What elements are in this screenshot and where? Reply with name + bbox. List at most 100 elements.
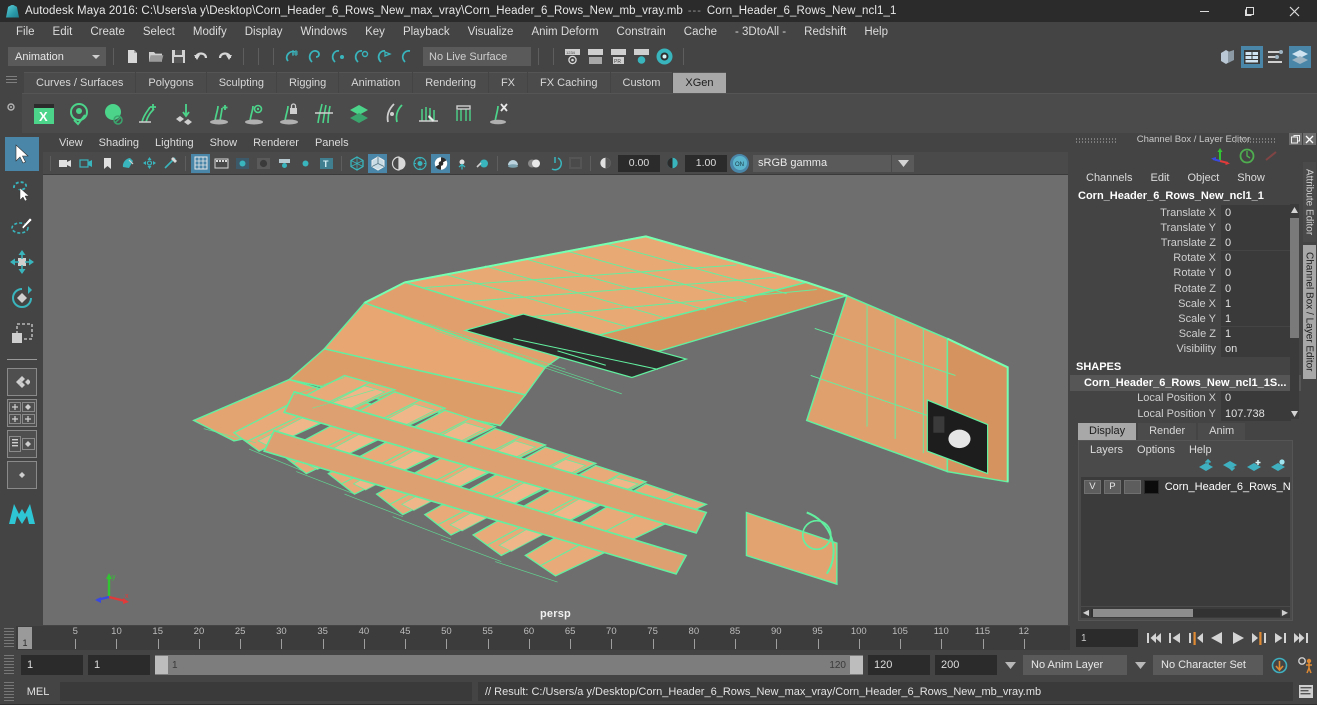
xgen-sculpt-curve-icon[interactable] [378,98,410,130]
command-input-field[interactable] [60,682,472,701]
exposure-reset-icon[interactable] [596,154,615,173]
viewport-panel-icon[interactable] [566,154,585,173]
create-layer-from-selected-icon[interactable] [1270,459,1286,475]
save-scene-icon[interactable] [168,46,189,67]
xgen-mesh-icon[interactable] [343,98,375,130]
channel-box-menu-edit[interactable]: Edit [1142,172,1177,184]
range-start-time-field[interactable]: 1 [88,655,150,675]
xray-joints-icon[interactable] [368,153,387,173]
shelf-tab-rigging[interactable]: Rigging [276,72,339,93]
channel-value[interactable]: on [1221,341,1301,357]
range-end-handle[interactable] [850,656,863,674]
corn-header-3d-model[interactable] [43,175,1068,625]
viewport-menu-view[interactable]: View [51,137,91,149]
texture-toggle-icon[interactable]: T [317,154,336,173]
show-hide-tool-settings-icon[interactable] [1265,46,1287,68]
menu-file[interactable]: File [7,22,44,43]
manipulator-axes-icon[interactable] [1211,147,1231,168]
layout-persp-graph-button[interactable] [6,461,37,489]
range-end-time-field[interactable]: 120 [868,655,930,675]
screen-space-ao-icon[interactable] [503,154,522,173]
move-layer-down-icon[interactable] [1222,459,1238,475]
viewport-menu-renderer[interactable]: Renderer [245,137,307,149]
step-forward-keyframe-button[interactable] [1270,628,1290,648]
paint-select-tool-icon[interactable] [5,209,39,243]
color-management-toggle-icon[interactable]: ON [730,153,749,173]
menu-key[interactable]: Key [356,22,394,43]
time-slider-drag-handle-icon[interactable] [4,628,14,648]
move-layer-up-icon[interactable] [1198,459,1214,475]
layer-color-swatch[interactable] [1143,479,1159,494]
panel-close-button[interactable] [1303,133,1316,145]
layer-tab-anim[interactable]: Anim [1198,423,1246,441]
channel-row-visibility[interactable]: Visibility on [1070,341,1301,357]
layer-menu-help[interactable]: Help [1182,444,1219,456]
snap-curve-icon[interactable] [305,46,326,67]
color-space-dropdown-arrow[interactable] [892,154,914,172]
layout-single-perspective-button[interactable] [6,368,37,396]
image-plane-icon[interactable] [119,154,138,173]
gamma-value[interactable]: 1.00 [685,154,727,172]
xgen-groom-region-icon[interactable] [448,98,480,130]
channel-box-scrollbar[interactable] [1290,204,1299,420]
menu-modify[interactable]: Modify [184,22,236,43]
scroll-right-arrow-icon[interactable]: ▶ [1280,608,1290,617]
shelf-options-gear-icon[interactable] [5,101,17,113]
xgen-place-icon[interactable] [168,98,200,130]
channel-value[interactable]: 0 [1221,235,1301,251]
scrollbar-track[interactable] [1091,608,1280,617]
range-slider-drag-handle-icon[interactable] [4,655,14,675]
make-live-icon[interactable] [397,46,418,67]
channel-row-translate-x[interactable]: Translate X 0 [1070,205,1301,221]
show-hide-channel-box-icon[interactable] [1289,45,1311,68]
new-scene-icon[interactable] [122,46,143,67]
shelf-tab-custom[interactable]: Custom [610,72,673,93]
xray-mode-icon[interactable] [347,154,366,173]
layer-row[interactable]: V P Corn_Header_6_Rows_N [1081,477,1290,494]
depth-of-field-icon[interactable] [524,154,543,173]
channel-value[interactable]: 1 [1221,311,1301,327]
channel-value[interactable]: 0 [1221,205,1301,221]
render-settings-icon[interactable] [631,46,652,67]
script-editor-button[interactable] [1295,682,1317,702]
shelf-tab-animation[interactable]: Animation [339,72,413,93]
layer-name[interactable]: Corn_Header_6_Rows_N [1162,481,1290,493]
scrollbar-thumb[interactable] [1290,218,1299,338]
channel-row-scale-z[interactable]: Scale Z 1 [1070,326,1301,342]
open-scene-icon[interactable] [145,46,166,67]
bookmark-icon[interactable] [98,154,117,173]
channel-row-rotate-x[interactable]: Rotate X 0 [1070,250,1301,266]
channel-row-rotate-y[interactable]: Rotate Y 0 [1070,265,1301,281]
xgen-lock-icon[interactable] [273,98,305,130]
two-d-pan-zoom-icon[interactable] [140,154,159,173]
go-to-start-button[interactable] [1144,628,1164,648]
color-space-selector[interactable]: sRGB gamma [753,154,891,172]
channel-box-menu-object[interactable]: Object [1179,172,1227,184]
xgen-editor-icon[interactable]: X [28,98,60,130]
smooth-shade-textured-icon[interactable] [275,154,294,173]
xgen-noise-icon[interactable] [238,98,270,130]
scroll-down-arrow-icon[interactable] [1290,408,1299,419]
step-forward-frame-button[interactable] [1249,628,1269,648]
shelf-tab-rendering[interactable]: Rendering [413,72,488,93]
channel-value[interactable]: 1 [1221,296,1301,312]
menu-create[interactable]: Create [81,22,134,43]
smooth-shade-all-icon[interactable] [254,154,273,173]
range-slider-bar[interactable]: 1 120 [155,655,863,675]
menu-edit[interactable]: Edit [44,22,82,43]
step-back-frame-button[interactable] [1186,628,1206,648]
scroll-up-arrow-icon[interactable] [1290,204,1299,215]
shelf-tab-polygons[interactable]: Polygons [136,72,206,93]
current-time-indicator[interactable]: 1 [18,627,32,649]
layer-playback-toggle[interactable]: P [1103,479,1121,494]
viewport-menu-lighting[interactable]: Lighting [147,137,202,149]
close-button[interactable] [1272,0,1317,22]
channel-row-translate-z[interactable]: Translate Z 0 [1070,235,1301,251]
menu-constrain[interactable]: Constrain [608,22,675,43]
camera-attributes-icon[interactable] [77,154,96,173]
xgen-preview-icon[interactable] [63,98,95,130]
vertical-tab-attribute-editor[interactable]: Attribute Editor [1302,162,1316,243]
panel-undock-button[interactable] [1289,133,1302,145]
channel-value[interactable]: 107.738 [1221,406,1301,422]
xgen-cut-icon[interactable] [308,98,340,130]
